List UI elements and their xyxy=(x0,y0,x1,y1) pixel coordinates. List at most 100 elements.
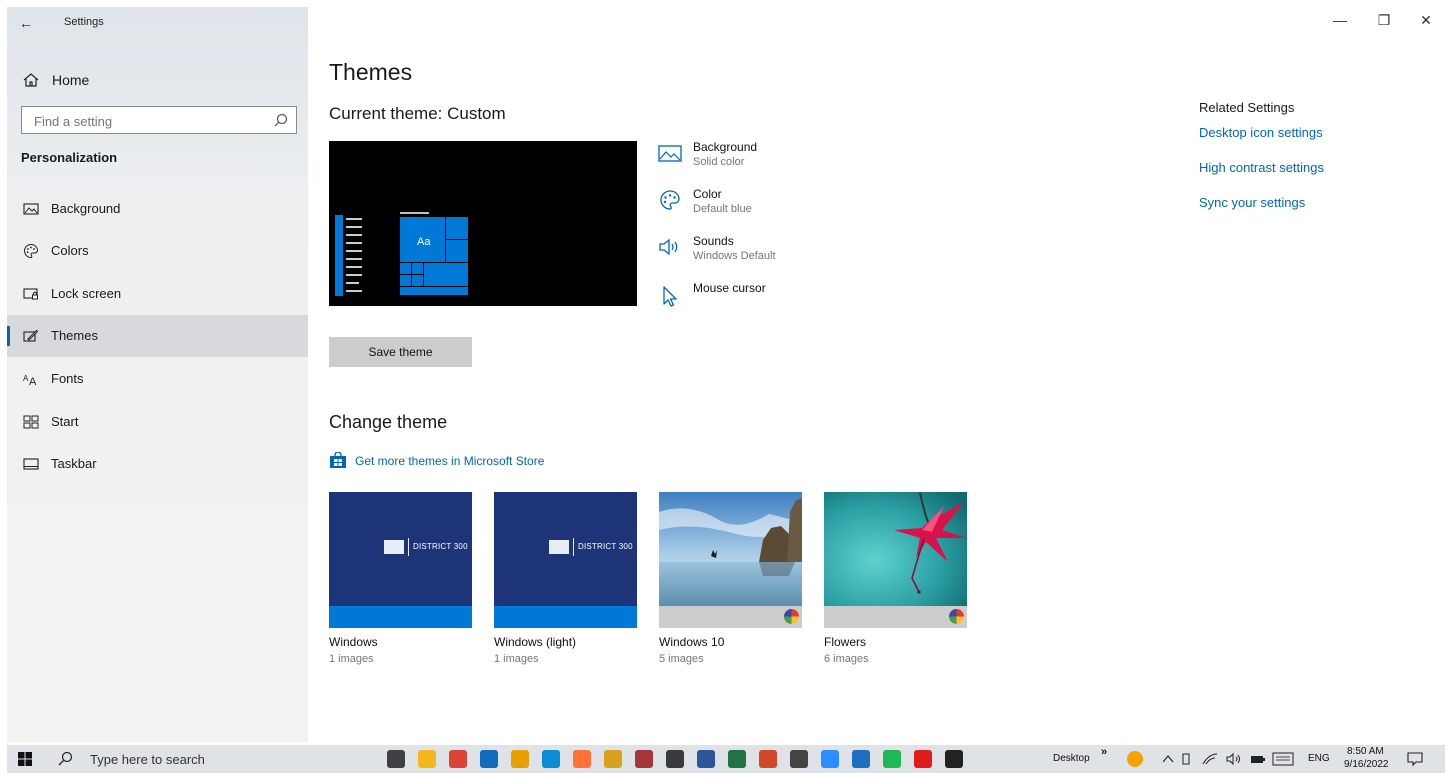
district-logo xyxy=(549,540,569,554)
slides-app-icon[interactable] xyxy=(852,750,870,768)
maximize-icon: ❐ xyxy=(1377,12,1391,28)
clock-time[interactable]: 8:50 AM xyxy=(1347,746,1384,757)
close-icon: ✕ xyxy=(1420,12,1432,28)
excel-icon[interactable] xyxy=(728,750,746,768)
prop-title: Sounds xyxy=(693,234,734,248)
accent-bar xyxy=(494,606,637,628)
high-contrast-settings-link[interactable]: High contrast settings xyxy=(1199,160,1324,175)
back-arrow-icon: ← xyxy=(19,15,33,31)
taskbar-icon xyxy=(23,458,39,470)
title-bar: ← Settings xyxy=(7,7,308,39)
nav-item-label: Taskbar xyxy=(51,456,97,471)
snip-icon[interactable] xyxy=(790,750,808,768)
current-theme-heading: Current theme: Custom xyxy=(329,104,506,123)
nav-item-label: Lock screen xyxy=(51,286,122,301)
picture-icon xyxy=(23,203,39,215)
multicolor-dot-icon xyxy=(784,609,799,624)
tray-orange-app-icon[interactable] xyxy=(1127,751,1143,767)
clock-date[interactable]: 9/16/2022 xyxy=(1344,759,1389,770)
language-indicator[interactable]: ENG xyxy=(1308,753,1330,764)
sidebar: ← Settings Home Personalization Backgrou… xyxy=(7,7,308,742)
file-explorer-icon[interactable] xyxy=(418,750,436,768)
prop-subtitle: Default blue xyxy=(693,203,752,215)
chevron-icon[interactable]: » xyxy=(1101,746,1107,758)
nav-item-colors[interactable]: Colors xyxy=(7,230,308,272)
search-setting-box[interactable] xyxy=(21,106,297,134)
outlook-icon[interactable] xyxy=(480,750,498,768)
zoom-icon[interactable] xyxy=(821,750,839,768)
theme-image-count: 1 images xyxy=(494,653,539,665)
save-theme-button[interactable]: Save theme xyxy=(329,337,472,367)
nav-item-lock-screen[interactable]: Lock screen xyxy=(7,273,308,315)
search-icon xyxy=(58,751,73,766)
fonts-icon: A A xyxy=(23,374,37,387)
notifications-icon[interactable] xyxy=(1407,751,1423,767)
spotify-icon[interactable] xyxy=(883,750,901,768)
prop-title: Mouse cursor xyxy=(693,281,766,295)
calculator-icon[interactable] xyxy=(666,750,684,768)
sync-settings-link[interactable]: Sync your settings xyxy=(1199,195,1305,210)
theme-thumbnail xyxy=(824,492,967,628)
task-view-icon[interactable] xyxy=(387,750,405,768)
cursor-icon xyxy=(663,286,677,307)
app-i-icon[interactable] xyxy=(604,750,622,768)
access-icon[interactable] xyxy=(635,750,653,768)
district-background: DISTRICT 300 xyxy=(329,492,472,606)
chrome-icon[interactable] xyxy=(449,750,467,768)
close-button[interactable]: ✕ xyxy=(1414,10,1438,30)
theme-thumbnail xyxy=(659,492,802,628)
nav-item-label: Colors xyxy=(51,243,89,258)
firefox-icon[interactable] xyxy=(573,750,591,768)
search-input[interactable] xyxy=(32,111,266,131)
logo-divider xyxy=(573,538,574,556)
powerpoint-icon[interactable] xyxy=(759,750,777,768)
nav-home[interactable]: Home xyxy=(7,62,308,98)
nav-item-background[interactable]: Background xyxy=(7,188,308,230)
nav-item-label: Start xyxy=(51,414,79,429)
theme-name: Flowers xyxy=(824,635,867,649)
page-title: Themes xyxy=(329,59,413,85)
theme-name: Windows (light) xyxy=(494,635,577,649)
nav-item-fonts[interactable]: A A Fonts xyxy=(7,358,308,400)
start-menu-mockup xyxy=(335,212,468,296)
beach-landscape-image xyxy=(659,492,802,606)
desktop-toolbar-label[interactable]: Desktop xyxy=(1053,753,1090,764)
svg-text:A: A xyxy=(29,376,37,387)
nav-item-start[interactable]: Start xyxy=(7,401,308,443)
settings-window: ← Settings Home Personalization Backgrou… xyxy=(0,0,1452,742)
prop-title: Color xyxy=(693,187,722,201)
theme-image-count: 6 images xyxy=(824,653,869,665)
charts-app-icon[interactable] xyxy=(511,750,529,768)
minimize-button[interactable]: — xyxy=(1328,10,1352,30)
nav-item-label: Fonts xyxy=(51,371,84,386)
theme-thumbnail: DISTRICT 300 xyxy=(329,492,472,628)
themes-brush-icon xyxy=(23,329,39,342)
search-icon xyxy=(274,113,288,127)
nav-item-label: Themes xyxy=(51,328,98,343)
prop-subtitle: Solid color xyxy=(693,156,745,168)
picture-icon xyxy=(658,145,682,162)
taskbar-search-box[interactable]: Type here to search xyxy=(47,745,347,773)
prop-title: Background xyxy=(693,140,758,154)
lock-screen-icon xyxy=(23,288,38,300)
minimize-icon: — xyxy=(1333,12,1347,28)
district-wordmark: DISTRICT 300 xyxy=(578,542,633,551)
district-logo xyxy=(384,540,404,554)
edge-icon[interactable] xyxy=(542,750,560,768)
back-button[interactable]: ← xyxy=(19,13,41,33)
nav-item-taskbar[interactable]: Taskbar xyxy=(7,443,308,485)
acrobat-icon[interactable] xyxy=(914,750,932,768)
speaker-icon xyxy=(659,238,678,256)
nav-item-themes[interactable]: Themes xyxy=(7,315,308,357)
settings-gear-icon[interactable] xyxy=(945,750,963,768)
word-icon[interactable] xyxy=(697,750,715,768)
maximize-button[interactable]: ❐ xyxy=(1372,10,1396,30)
desktop-icon-settings-link[interactable]: Desktop icon settings xyxy=(1199,125,1323,140)
nav-item-label: Background xyxy=(51,201,121,216)
multicolor-dot-icon xyxy=(949,609,964,624)
windows-start-icon[interactable] xyxy=(17,751,33,767)
store-bag-icon xyxy=(330,452,346,468)
palette-icon xyxy=(660,190,680,210)
theme-image-count: 5 images xyxy=(659,653,704,665)
system-tray-icons[interactable] xyxy=(1163,752,1323,766)
